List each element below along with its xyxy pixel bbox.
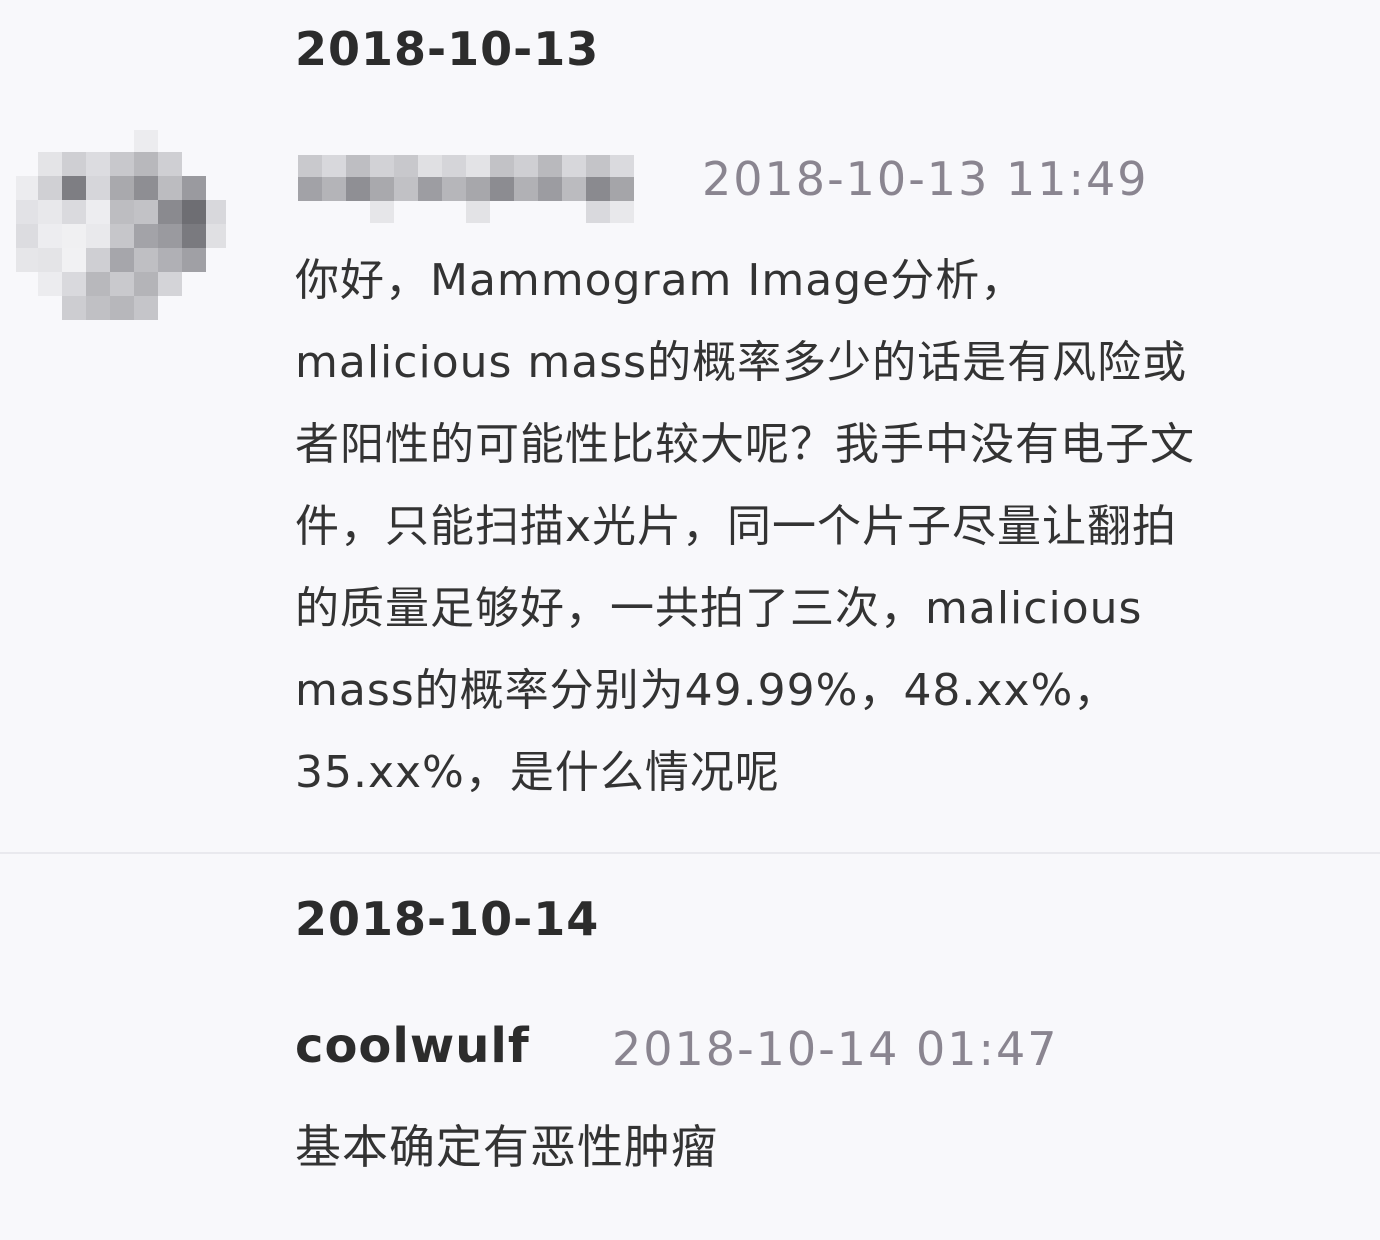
pixelated-avatar-icon[interactable]: [16, 130, 226, 326]
blurred-username[interactable]: [298, 155, 634, 223]
comment-username[interactable]: coolwulf: [295, 1022, 530, 1070]
date-header: 2018-10-13: [295, 22, 600, 76]
comment-timestamp: 2018-10-13 11:49: [702, 152, 1149, 206]
comment-timestamp: 2018-10-14 01:47: [612, 1022, 1059, 1076]
date-header: 2018-10-14: [295, 892, 600, 946]
section-divider: [0, 852, 1380, 854]
comment-text: 你好，Mammogram Image分析， malicious mass的概率多…: [295, 255, 1195, 798]
comment-text: 基本确定有恶性肿瘤: [295, 1120, 718, 1174]
